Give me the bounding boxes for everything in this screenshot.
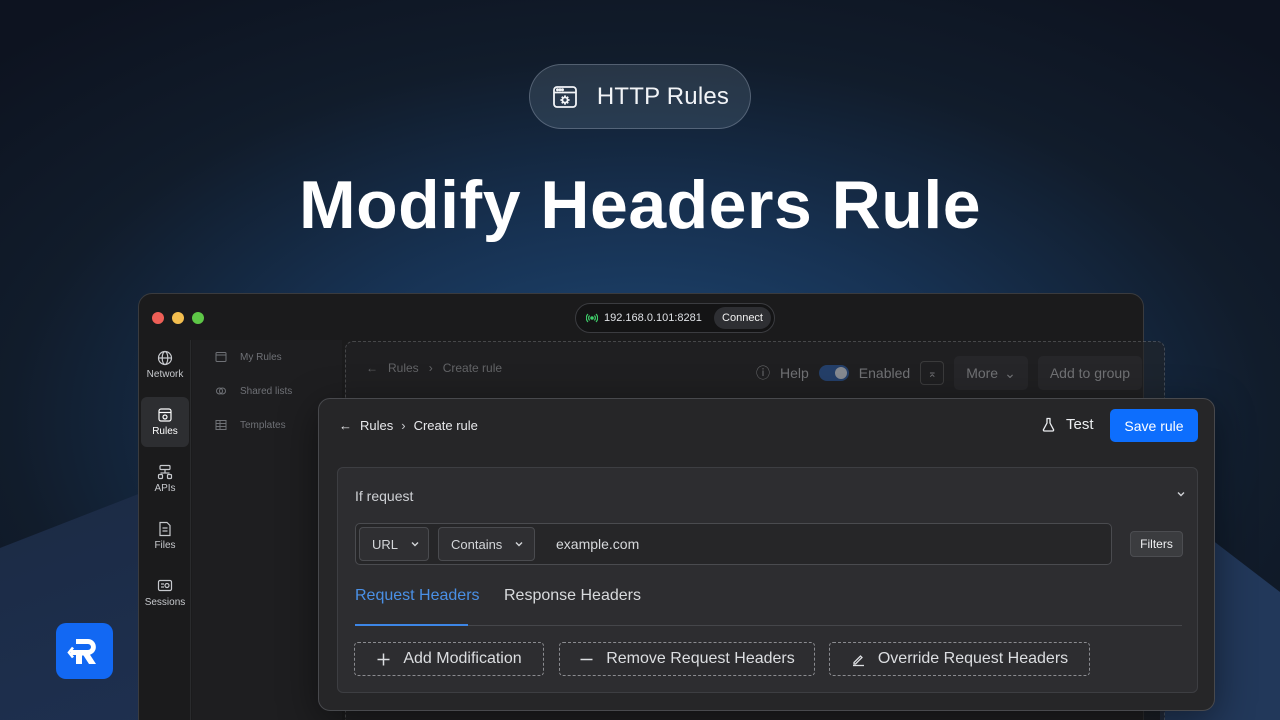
source-select[interactable]: URL [359,527,429,561]
sidebar-item-label: Sessions [144,597,186,608]
remove-request-headers-button[interactable]: Remove Request Headers [559,642,815,676]
tab-request-headers[interactable]: Request Headers [355,587,480,605]
ghost-breadcrumb-root: Rules [388,361,419,375]
connection-bar: 192.168.0.101:8281 Connect [575,303,775,333]
help-icon: ⓘ [756,365,770,381]
link-icon [216,387,226,395]
chevron-down-icon[interactable] [1175,488,1187,500]
chevron-down-icon [515,542,523,547]
ghost-breadcrumb-current: Create rule [442,361,503,375]
ghost-breadcrumb: ← Rules › Create rule [366,361,502,375]
sidebar: Network Rules APIs Files Sessions [139,340,191,720]
chevron-right-icon: › [428,361,433,375]
operator-select[interactable]: Contains [438,527,535,561]
test-button[interactable]: Test [1041,416,1094,433]
ghost-more-label: More [966,365,999,381]
close-window-button[interactable] [152,312,164,324]
tab-divider [355,625,1182,626]
subnav-item-my-rules[interactable]: My Rules [192,340,342,374]
remove-headers-label: Remove Request Headers [606,650,795,667]
pencil-icon [852,654,864,666]
breadcrumb: ← Rules › Create rule [339,418,478,433]
override-headers-label: Override Request Headers [877,650,1069,667]
operator-select-value: Contains [451,536,503,552]
sidebar-item-network[interactable]: Network [141,340,189,390]
add-modification-label: Add Modification [403,650,522,667]
sidebar-item-apis[interactable]: APIs [141,454,189,504]
window-controls [152,312,204,324]
category-pill: HTTP Rules [529,64,751,129]
subnav-label: My Rules [240,351,282,363]
table-icon [215,420,227,430]
connect-button[interactable]: Connect [714,307,771,329]
minus-icon [580,658,593,660]
create-rule-panel: ← Rules › Create rule Test Save rule If … [318,398,1215,711]
ghost-add-group-button: Add to group [1037,356,1142,390]
browser-gear-icon [552,85,577,108]
signal-icon [586,313,598,323]
list-icon [215,352,227,362]
rules-icon [158,408,172,422]
save-rule-button[interactable]: Save rule [1110,409,1198,442]
files-icon [159,521,171,537]
breadcrumb-root[interactable]: Rules [360,418,393,433]
override-request-headers-button[interactable]: Override Request Headers [829,642,1090,676]
filters-button[interactable]: Filters [1130,531,1183,557]
ghost-more-button: More ⌄ [954,356,1028,390]
sidebar-item-label: Files [154,540,176,551]
connection-address: 192.168.0.101:8281 [604,312,702,324]
back-arrow-icon: ← [366,361,378,375]
test-label: Test [1066,416,1094,433]
sidebar-item-label: APIs [154,483,176,494]
breadcrumb-current: Create rule [413,418,478,433]
condition-title: If request [355,488,414,504]
sidebar-item-label: Network [146,369,184,380]
active-tab-indicator [355,624,468,626]
source-select-value: URL [372,536,399,552]
sidebar-item-files[interactable]: Files [141,511,189,561]
logo-mark-icon [66,639,96,664]
url-input[interactable]: example.com [556,536,639,552]
maximize-window-button[interactable] [192,312,204,324]
ghost-help: Help [780,365,809,381]
globe-icon [157,350,173,366]
minimize-window-button[interactable] [172,312,184,324]
pin-icon: ⌅ [920,361,945,385]
sidebar-item-rules[interactable]: Rules [141,397,189,447]
apis-icon [157,464,173,480]
sidebar-item-label: Rules [152,426,178,437]
subnav-label: Shared lists [240,385,293,397]
tab-response-headers[interactable]: Response Headers [504,587,641,605]
ghost-toolbar: ⓘ Help Enabled ⌅ More ⌄ Add to group [756,356,1142,390]
requestly-logo [56,623,113,679]
add-modification-button[interactable]: Add Modification [354,642,544,676]
sessions-icon [157,579,173,592]
back-arrow-icon[interactable]: ← [339,418,352,433]
chevron-down-icon: ⌄ [1004,364,1016,381]
pill-label: HTTP Rules [596,82,730,110]
subnav-label: Templates [240,419,286,431]
flask-icon [1042,417,1055,432]
hero-title: Modify Headers Rule [298,167,982,243]
sidebar-item-sessions[interactable]: Sessions [141,568,189,618]
chevron-down-icon [411,542,419,547]
condition-card: If request URL Contains example.com Filt… [337,467,1198,693]
chevron-right-icon: › [401,418,406,433]
url-condition-row: URL Contains example.com [355,523,1112,565]
plus-icon [377,653,390,665]
enabled-toggle [818,365,849,381]
ghost-enabled-label: Enabled [858,365,911,381]
